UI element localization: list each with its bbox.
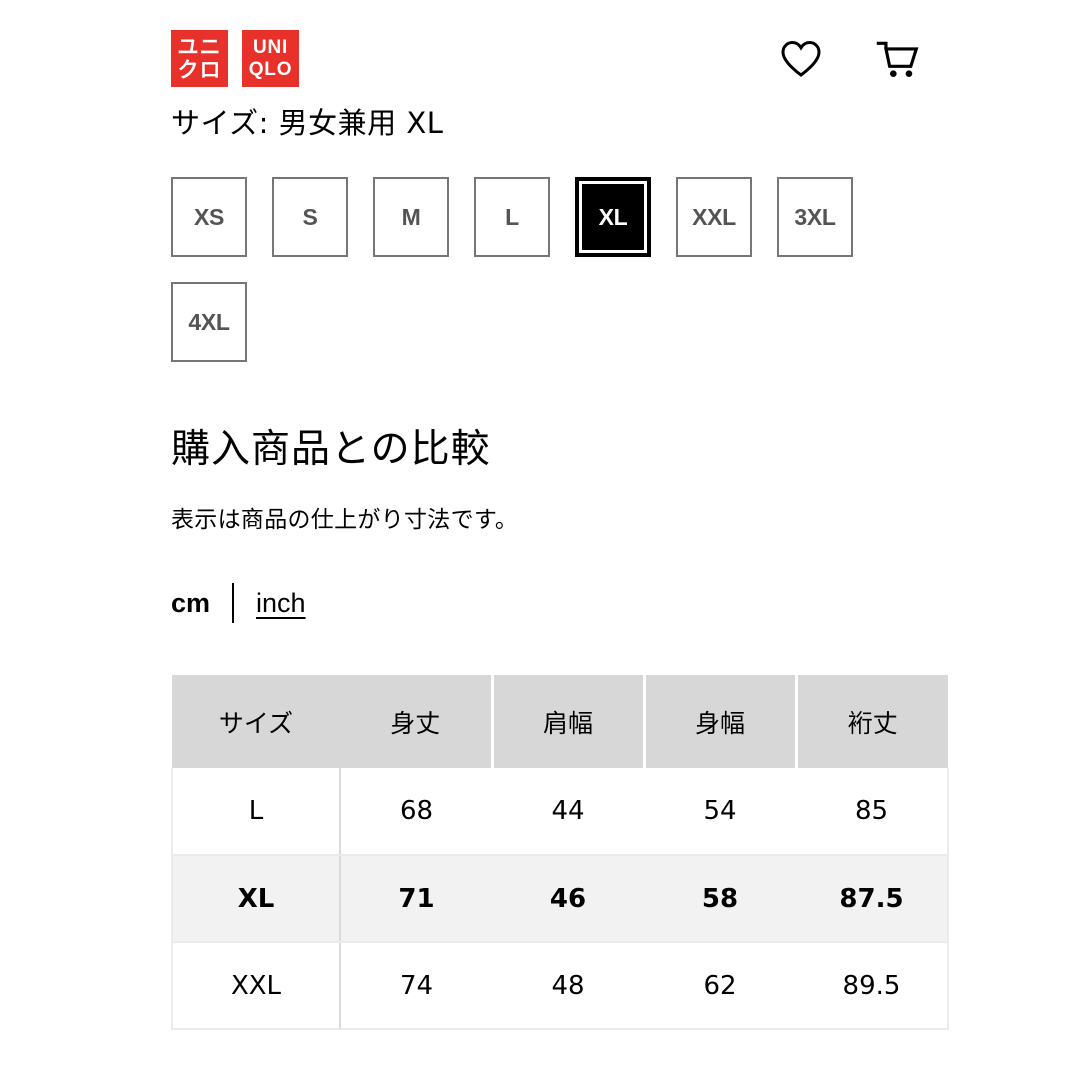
size-table-body: L 68 44 54 85 XL 71 46 58 87.5 XXL 74 48…	[171, 768, 949, 1030]
cell-body-width: 62	[644, 942, 796, 1030]
column-header-shoulder-width: 肩幅	[492, 675, 646, 768]
cell-sleeve-length: 85	[796, 768, 949, 856]
size-table-head: サイズ 身丈 肩幅 身幅 裄丈	[172, 675, 948, 768]
site-header: ユニ クロ UNI QLO	[0, 0, 1080, 95]
logo-en-line1: UNI	[252, 37, 289, 59]
unit-toggle: cm inch	[171, 582, 306, 624]
logo-jp-line1: ユニ	[177, 34, 222, 59]
uniqlo-logo[interactable]: ユニ クロ UNI QLO	[171, 30, 299, 87]
comparison-note: 表示は商品の仕上がり寸法です。	[171, 507, 519, 533]
unit-option-inch[interactable]: inch	[256, 588, 306, 619]
product-size-page: ユニ クロ UNI QLO サイズ: 男女兼用 XL XS S M L XL X…	[0, 0, 1080, 1080]
header-actions	[778, 36, 920, 82]
cart-button[interactable]	[874, 36, 920, 82]
table-row-selected: XL 71 46 58 87.5	[171, 855, 949, 943]
cell-body-width: 54	[644, 768, 796, 856]
heart-icon	[781, 40, 821, 77]
size-option-xs[interactable]: XS	[171, 177, 247, 257]
cell-sleeve-length: 89.5	[796, 942, 949, 1030]
logo-en-line2: QLO	[248, 58, 293, 80]
cell-body-length: 74	[340, 942, 492, 1030]
unit-divider	[232, 583, 235, 623]
cell-body-length: 71	[340, 855, 492, 943]
comparison-title: 購入商品との比較	[171, 427, 491, 472]
cell-body-width: 58	[644, 855, 796, 943]
column-header-body-length: 身丈	[340, 675, 494, 768]
column-header-body-width: 身幅	[644, 675, 798, 768]
column-header-size: サイズ	[172, 675, 340, 768]
uniqlo-logo-japanese: ユニ クロ	[171, 30, 228, 87]
row-size-label: XXL	[171, 942, 341, 1030]
size-measurement-table: サイズ 身丈 肩幅 身幅 裄丈 L 68 44 54 85 XL 71 46 5…	[171, 675, 949, 1030]
column-header-sleeve-length: 裄丈	[796, 675, 948, 768]
wishlist-button[interactable]	[778, 36, 824, 82]
table-row: L 68 44 54 85	[171, 768, 949, 856]
size-option-xl[interactable]: XL	[575, 177, 651, 257]
size-option-3xl[interactable]: 3XL	[777, 177, 853, 257]
size-option-s[interactable]: S	[272, 177, 348, 257]
cell-shoulder-width: 44	[492, 768, 644, 856]
row-size-label: L	[171, 768, 341, 856]
selected-size-label: サイズ: 男女兼用 XL	[171, 106, 444, 140]
cell-body-length: 68	[340, 768, 492, 856]
size-option-4xl[interactable]: 4XL	[171, 282, 247, 362]
size-option-grid: XS S M L XL XXL 3XL 4XL	[171, 177, 891, 362]
unit-option-cm[interactable]: cm	[171, 588, 210, 619]
cell-sleeve-length: 87.5	[796, 855, 949, 943]
shopping-cart-icon	[876, 41, 919, 78]
table-header-row: サイズ 身丈 肩幅 身幅 裄丈	[172, 675, 948, 768]
uniqlo-logo-english: UNI QLO	[242, 30, 299, 87]
size-option-l[interactable]: L	[474, 177, 550, 257]
table-row: XXL 74 48 62 89.5	[171, 942, 949, 1030]
size-option-xxl[interactable]: XXL	[676, 177, 752, 257]
size-option-m[interactable]: M	[373, 177, 449, 257]
row-size-label: XL	[171, 855, 341, 943]
cell-shoulder-width: 46	[492, 855, 644, 943]
logo-jp-line2: クロ	[177, 57, 222, 82]
cell-shoulder-width: 48	[492, 942, 644, 1030]
